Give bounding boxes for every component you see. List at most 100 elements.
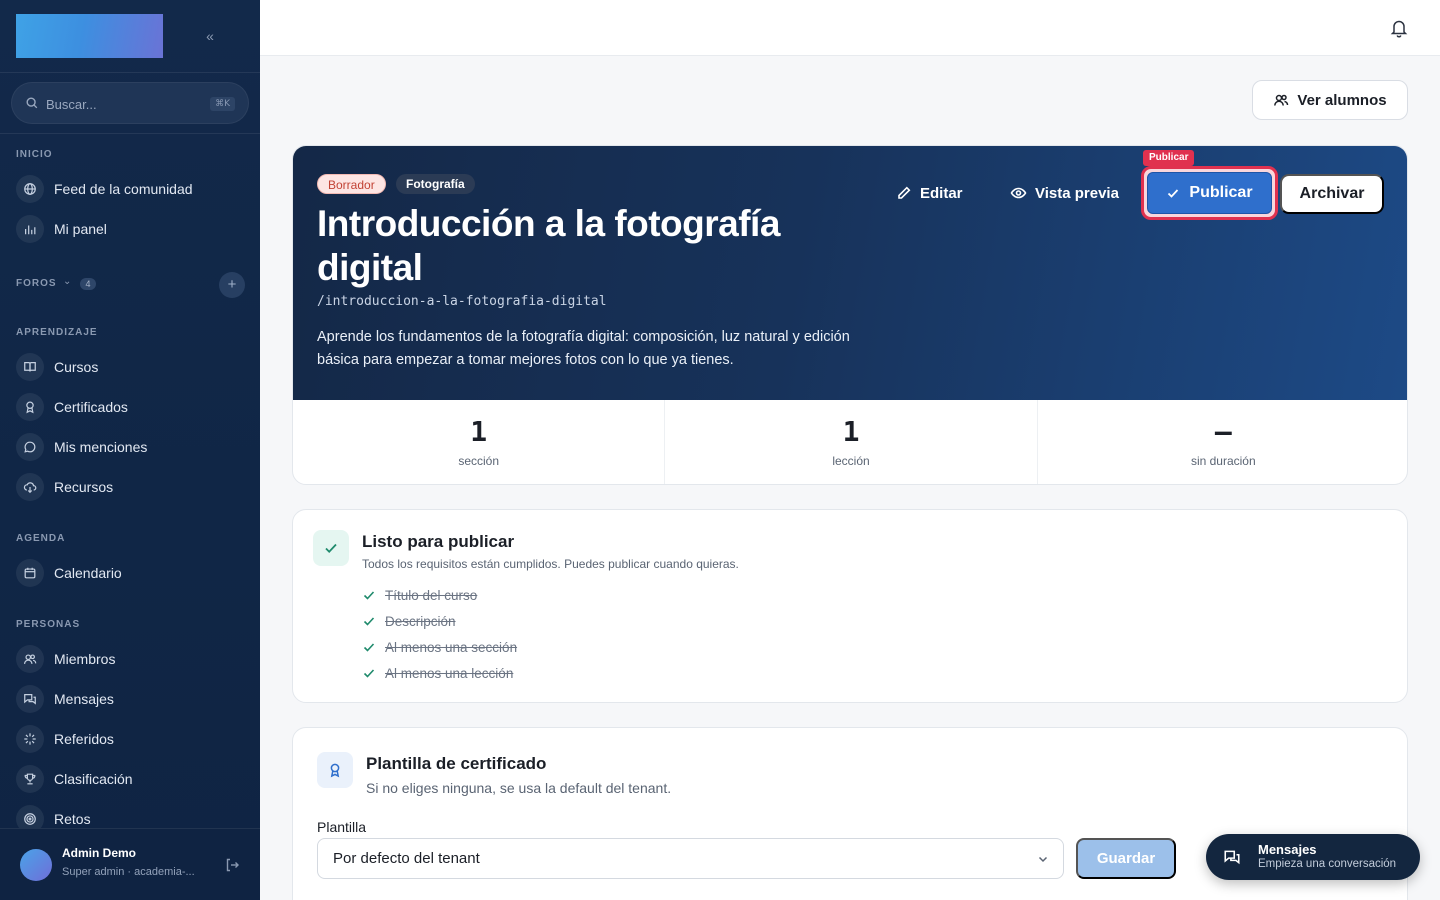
- user-name: Admin Demo: [62, 846, 137, 860]
- archive-button[interactable]: Archivar: [1280, 174, 1384, 214]
- sidebar: « ⌘K INICIO Feed de la comunidad Mi pane…: [0, 0, 260, 900]
- publish-label: Publicar: [1189, 184, 1253, 201]
- sidebar-divider: [0, 133, 260, 134]
- avatar[interactable]: [20, 849, 52, 881]
- stat-value: —: [1214, 415, 1232, 448]
- search-box[interactable]: ⌘K: [11, 82, 249, 124]
- section-inicio: INICIO: [16, 149, 53, 160]
- template-selected-value: Por defecto del tenant: [333, 850, 480, 867]
- topbar: [260, 0, 1440, 56]
- sidebar-item-feed[interactable]: Feed de la comunidad: [16, 174, 246, 204]
- edit-label: Editar: [920, 184, 963, 202]
- requirement-item: Al menos una sección: [362, 638, 517, 656]
- edit-button[interactable]: Editar: [896, 182, 963, 204]
- logo-row: «: [0, 0, 260, 73]
- stat-duration: — sin duración: [1038, 400, 1407, 484]
- chevron-down-icon[interactable]: ⌄: [63, 276, 71, 287]
- requirement-item: Título del curso: [362, 586, 477, 604]
- sidebar-item-label: Recursos: [54, 479, 114, 495]
- sidebar-item-cursos[interactable]: Cursos: [16, 352, 246, 382]
- view-students-button[interactable]: Ver alumnos: [1252, 80, 1408, 120]
- users-icon: [16, 645, 44, 673]
- check-icon: [363, 669, 375, 678]
- course-card: Borrador Fotografía Introducción a la fo…: [292, 145, 1408, 485]
- stat-label: sin duración: [1190, 454, 1256, 468]
- book-icon: [16, 353, 44, 381]
- chevron-down-icon: [1038, 856, 1048, 863]
- foros-header[interactable]: FOROS ⌄ 4 +: [16, 272, 245, 298]
- requirement-label: Al menos una sección: [385, 639, 518, 655]
- requirement-item: Al menos una lección: [362, 664, 513, 682]
- course-stats: 1 sección 1 lección — sin duración: [293, 400, 1407, 484]
- sidebar-item-label: Retos: [54, 811, 91, 827]
- preview-label: Vista previa: [1035, 184, 1119, 202]
- logout-icon[interactable]: [224, 857, 240, 873]
- sidebar-item-label: Mi panel: [54, 221, 107, 237]
- requirement-label: Al menos una lección: [385, 665, 514, 681]
- sidebar-item-label: Mensajes: [54, 691, 114, 707]
- template-select[interactable]: Por defecto del tenant: [317, 838, 1064, 879]
- page-title: Introducción a la fotografía digital: [317, 203, 780, 288]
- preview-button[interactable]: Vista previa: [1010, 182, 1119, 204]
- stat-value: 1: [842, 415, 860, 448]
- course-hero: Borrador Fotografía Introducción a la fo…: [293, 146, 1407, 400]
- messages-widget-button[interactable]: Mensajes Empieza una conversación: [1206, 834, 1420, 880]
- sidebar-item-label: Mis menciones: [54, 439, 148, 455]
- sidebar-item-label: Calendario: [54, 565, 122, 581]
- sidebar-item-recursos[interactable]: Recursos: [16, 472, 246, 502]
- messages-widget-title: Mensajes: [1258, 842, 1317, 857]
- view-students-label: Ver alumnos: [1297, 91, 1387, 109]
- sidebar-item-label: Feed de la comunidad: [54, 181, 193, 197]
- users-icon: [1274, 94, 1289, 106]
- publish-highlight: Publicar: [1141, 166, 1278, 220]
- sidebar-item-referidos[interactable]: Referidos: [16, 724, 246, 754]
- cloud-download-icon: [16, 473, 44, 501]
- publish-highlight-tag: Publicar: [1143, 150, 1195, 166]
- sidebar-item-panel[interactable]: Mi panel: [16, 214, 246, 244]
- requirement-label: Título del curso: [385, 587, 478, 603]
- course-slug: /introduccion-a-la-fotografia-digital: [317, 294, 607, 309]
- sidebar-item-calendario[interactable]: Calendario: [16, 558, 246, 588]
- collapse-sidebar-icon[interactable]: «: [200, 26, 220, 46]
- sparkle-icon: [16, 725, 44, 753]
- sidebar-item-label: Certificados: [54, 399, 128, 415]
- trophy-icon: [16, 765, 44, 793]
- messages-widget-subtitle: Empieza una conversación: [1258, 858, 1397, 870]
- certificate-title: Plantilla de certificado: [366, 754, 547, 773]
- save-button[interactable]: Guardar: [1076, 838, 1176, 879]
- certificate-subtitle: Si no eliges ninguna, se usa la default …: [366, 780, 672, 796]
- foros-count-badge: 4: [80, 278, 96, 290]
- course-description: Aprende los fundamentos de la fotografía…: [317, 329, 850, 368]
- check-icon: [363, 591, 375, 600]
- sidebar-item-certificados[interactable]: Certificados: [16, 392, 246, 422]
- sidebar-item-clasificacion[interactable]: Clasificación: [16, 764, 246, 794]
- globe-icon: [16, 175, 44, 203]
- eye-icon: [1010, 187, 1027, 199]
- stat-value: 1: [470, 415, 488, 448]
- chat-bubble-icon: [16, 433, 44, 461]
- bar-chart-icon: [16, 215, 44, 243]
- stat-label: lección: [832, 454, 870, 468]
- status-badge: Borrador: [317, 174, 386, 194]
- sidebar-item-label: Cursos: [54, 359, 99, 375]
- stat-lessons: 1 lección: [665, 400, 1038, 484]
- requirement-item: Descripción: [362, 612, 456, 630]
- award-icon: [16, 393, 44, 421]
- user-profile[interactable]: Admin Demo Super admin · academia-...: [0, 828, 260, 900]
- search-input[interactable]: [46, 93, 206, 115]
- brand-logo[interactable]: [16, 14, 163, 58]
- sidebar-item-mensajes[interactable]: Mensajes: [16, 684, 246, 714]
- category-badge: Fotografía: [396, 174, 475, 194]
- checklist-title: Listo para publicar: [362, 532, 515, 551]
- search-icon: [26, 97, 38, 109]
- section-agenda: AGENDA: [16, 533, 66, 544]
- messages-icon: [1224, 850, 1240, 865]
- sidebar-item-miembros[interactable]: Miembros: [16, 644, 246, 674]
- pencil-icon: [898, 186, 911, 199]
- publish-button[interactable]: Publicar: [1147, 172, 1272, 214]
- add-forum-button[interactable]: +: [219, 272, 245, 298]
- bell-icon[interactable]: [1390, 18, 1408, 38]
- sidebar-item-menciones[interactable]: Mis menciones: [16, 432, 246, 462]
- search-shortcut: ⌘K: [210, 97, 235, 111]
- sidebar-item-label: Clasificación: [54, 771, 133, 787]
